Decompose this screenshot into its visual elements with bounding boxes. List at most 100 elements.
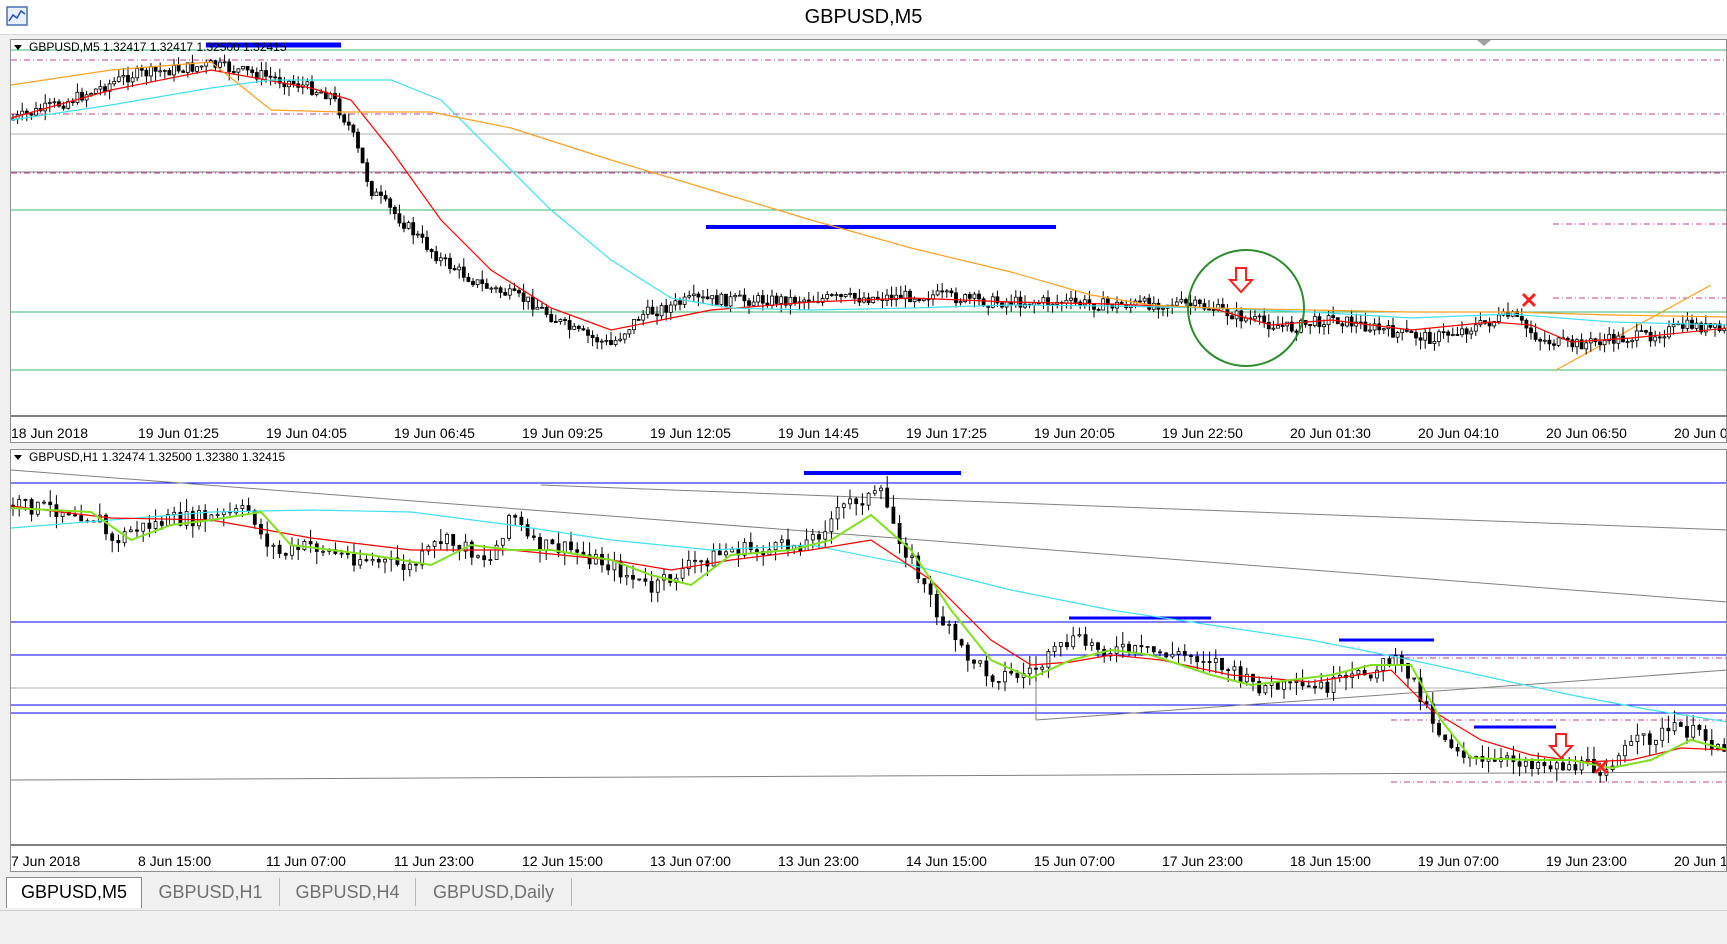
candle-body	[711, 550, 716, 567]
candle-body	[575, 549, 580, 553]
candle-body	[489, 287, 494, 290]
time-axis: 7 Jun 2018 8 Jun 15:00 11 Jun 07:00 11 J…	[11, 853, 1726, 869]
candle-body	[1517, 761, 1522, 767]
candle-body	[829, 518, 834, 533]
candle-body	[110, 533, 115, 541]
candle-body	[1069, 297, 1073, 301]
time-label: 8 Jun 15:00	[138, 853, 211, 869]
candle-body	[875, 296, 880, 300]
candle-body	[737, 294, 742, 297]
dropdown-triangle-icon[interactable]	[14, 45, 22, 50]
candle-body	[513, 515, 518, 518]
candle-body	[1552, 343, 1556, 346]
candle-body	[1096, 308, 1101, 311]
candle-body	[949, 290, 954, 294]
candle-body	[1505, 755, 1510, 759]
candle-body	[1262, 315, 1267, 323]
candle-body	[321, 550, 325, 553]
candle-body	[530, 296, 535, 310]
candle-body	[1207, 661, 1212, 663]
time-label: 19 Jun 07:00	[1418, 853, 1499, 869]
candle-body	[1556, 337, 1561, 346]
candle-body	[1073, 297, 1078, 303]
candle-body	[981, 298, 986, 307]
candle-body	[342, 114, 347, 123]
tab-gbpusd-m5[interactable]: GBPUSD,M5	[6, 877, 142, 908]
candle-body	[1409, 330, 1414, 334]
candle-body	[517, 290, 521, 294]
tab-gbpusd-h1[interactable]: GBPUSD,H1	[142, 878, 280, 906]
chart-pane-m5[interactable]: 18 Jun 2018 19 Jun 01:25 19 Jun 04:05 19…	[10, 39, 1727, 443]
dropdown-triangle-icon[interactable]	[14, 455, 22, 460]
chart-header: GBPUSD,H1 1.32474 1.32500 1.32380 1.3241…	[29, 450, 286, 464]
candle-body	[176, 65, 181, 72]
candle-body	[1127, 643, 1131, 653]
candle-body	[984, 660, 989, 677]
candle-body	[1232, 666, 1237, 671]
candle-body	[414, 563, 418, 566]
candle-body	[1450, 334, 1455, 336]
candle-body	[406, 222, 411, 229]
candle-body	[153, 521, 158, 529]
candle-body	[1015, 672, 1020, 678]
candle-body	[222, 61, 227, 64]
candle-body	[1449, 739, 1454, 748]
candle-body	[1630, 339, 1635, 342]
candle-body	[1548, 765, 1553, 770]
candle-body	[1349, 316, 1354, 327]
candle-body	[319, 91, 324, 94]
candle-body	[891, 506, 896, 524]
candle-body	[89, 93, 94, 96]
candle-body	[1276, 325, 1280, 329]
candle-body	[471, 281, 475, 286]
candle-body	[848, 292, 853, 295]
candle-body	[1207, 308, 1211, 311]
candle-body	[1034, 667, 1038, 670]
candle-body	[1567, 764, 1572, 771]
candle-body	[1147, 297, 1152, 310]
candle-body	[1263, 685, 1268, 694]
candle-body	[1282, 681, 1286, 690]
candle-body	[1226, 669, 1231, 672]
tab-gbpusd-daily[interactable]: GBPUSD,Daily	[416, 878, 572, 906]
candle-body	[1164, 652, 1169, 658]
candle-body	[1547, 339, 1552, 345]
candle-body	[1238, 666, 1243, 683]
candle-body	[1455, 747, 1460, 752]
candle-body	[172, 65, 176, 76]
candle-body	[475, 279, 480, 286]
candle-body	[1697, 724, 1702, 730]
chart-pane-h1[interactable]: 7 Jun 2018 8 Jun 15:00 11 Jun 07:00 11 J…	[10, 449, 1727, 872]
candle-body	[724, 293, 728, 307]
candle-body	[802, 299, 807, 303]
candle-body	[166, 514, 170, 526]
time-label: 19 Jun 09:25	[522, 425, 603, 441]
candle-body	[1319, 681, 1324, 689]
candle-body	[627, 329, 632, 335]
window-titlebar: GBPUSD,M5	[0, 0, 1727, 35]
candle-body	[376, 558, 381, 563]
candle-body	[52, 101, 57, 104]
tab-gbpusd-h4[interactable]: GBPUSD,H4	[280, 878, 416, 906]
candle-body	[17, 499, 22, 508]
candle-body	[1533, 332, 1538, 340]
candle-body	[1672, 722, 1677, 732]
time-label: 19 Jun 14:45	[778, 425, 859, 441]
candle-body	[668, 304, 673, 313]
candle-body	[1179, 299, 1184, 303]
candle-body	[645, 306, 650, 315]
time-label: 13 Jun 07:00	[650, 853, 731, 869]
candle-body	[1639, 330, 1644, 333]
time-label: 20 Jun 06:50	[1546, 425, 1627, 441]
candle-body	[291, 80, 296, 85]
time-label: 18 Jun 2018	[11, 425, 88, 441]
candle-body	[1523, 760, 1528, 767]
candle-body	[773, 541, 778, 551]
candle-body	[1280, 325, 1285, 327]
candle-body	[392, 206, 397, 215]
candle-body	[922, 578, 927, 585]
candle-body	[116, 540, 121, 544]
time-axis: 18 Jun 2018 19 Jun 01:25 19 Jun 04:05 19…	[11, 425, 1726, 441]
candle-body	[977, 293, 981, 300]
candle-body	[1027, 667, 1032, 675]
